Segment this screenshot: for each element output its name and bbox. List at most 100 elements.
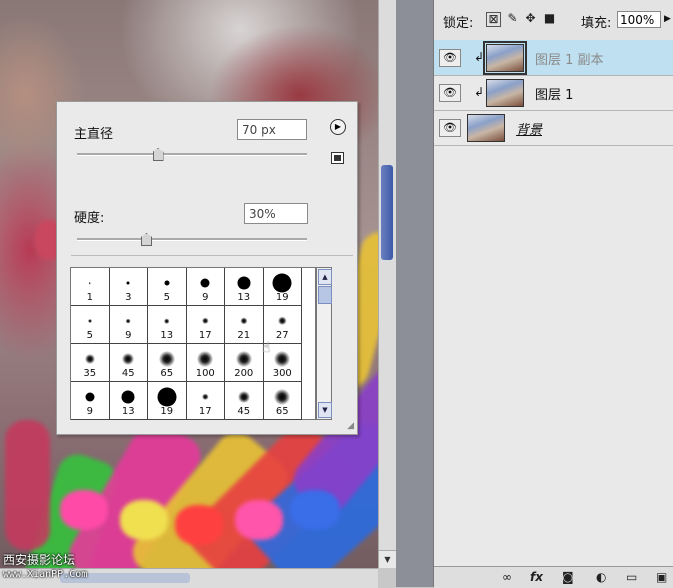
brush-tip-preview — [200, 278, 210, 288]
fill-input[interactable]: 100% — [617, 11, 661, 28]
brush-size-label: 65 — [275, 406, 289, 417]
brush-tip-preview — [278, 316, 287, 326]
umbrella-scallop — [290, 490, 340, 530]
brush-preset-grid: 1 3 5 9 13 19 5 9 13 17 21 27 35 45 65 100 200 300 9 13 19 17… — [70, 267, 316, 420]
scroll-down-arrow-icon[interactable]: ▼ — [318, 402, 332, 418]
brush-preset[interactable]: 1 — [71, 268, 110, 306]
brush-preset[interactable]: 45 — [109, 344, 148, 382]
lock-move-icon[interactable]: ✥ — [524, 12, 537, 25]
layer-row-layer-1-copy[interactable]: 👁 ↲ 图层 1 副本 — [434, 40, 673, 76]
lock-brush-icon[interactable]: ✎ — [506, 12, 519, 25]
preset-grid-scrollbar[interactable]: ▲ ▼ — [316, 267, 332, 420]
fx-icon[interactable]: fx — [530, 570, 543, 584]
slider-handle[interactable] — [152, 148, 164, 161]
brush-preset[interactable]: 13 — [109, 382, 148, 420]
canvas-vertical-scrollbar[interactable]: ▼ — [378, 0, 396, 568]
group-icon[interactable]: ▭ — [626, 570, 637, 584]
brush-preset[interactable]: 100 — [186, 344, 225, 382]
brush-preset[interactable]: 200 — [225, 344, 264, 382]
eye-icon[interactable]: 👁 — [439, 119, 461, 137]
hand-cursor-icon: ☝ — [262, 340, 271, 356]
brush-size-label: 45 — [237, 406, 251, 417]
brush-tip-preview — [163, 318, 170, 324]
brush-size-label: 9 — [86, 406, 93, 417]
new-preset-icon[interactable] — [331, 152, 344, 164]
slider-handle[interactable] — [141, 233, 152, 246]
eye-icon[interactable]: 👁 — [439, 84, 461, 102]
umbrella-scallop — [235, 500, 283, 540]
brush-size-label: 13 — [160, 330, 174, 341]
brush-preset[interactable]: 3 — [109, 268, 148, 306]
diameter-slider[interactable] — [77, 148, 307, 161]
brush-tip-preview — [85, 392, 95, 402]
brush-preset[interactable]: 17 — [186, 382, 225, 420]
scroll-up-arrow-icon[interactable]: ▲ — [318, 269, 332, 285]
brush-tip-preview — [240, 317, 248, 325]
brush-size-label: 100 — [195, 368, 215, 379]
umbrella-scallop — [60, 490, 108, 530]
lock-all-icon[interactable]: ■ — [543, 12, 556, 25]
scroll-thumb[interactable] — [318, 286, 332, 304]
clip-arrow-icon: ↲ — [474, 50, 485, 64]
brush-preset[interactable]: 9 — [71, 382, 110, 420]
brush-tip-preview — [237, 276, 251, 290]
hardness-slider[interactable] — [77, 233, 307, 246]
new-layer-icon[interactable]: ▣ — [656, 570, 667, 584]
resize-grip-icon[interactable]: ◢ — [347, 421, 354, 431]
layer-thumbnail[interactable] — [486, 79, 524, 107]
mask-icon[interactable]: ◙ — [562, 570, 574, 584]
brush-size-label: 5 — [163, 292, 170, 303]
fill-arrow-icon[interactable]: ▶ — [664, 11, 673, 28]
brush-size-label: 65 — [160, 368, 174, 379]
diameter-label: 主直径 — [74, 127, 114, 142]
layers-toolbar: ∞ fx ◙ ◐ ▭ ▣ — [434, 566, 673, 588]
brush-tip-preview — [125, 318, 131, 324]
brush-preset[interactable]: 27 — [263, 306, 302, 344]
hardness-input[interactable]: 30% — [244, 203, 308, 224]
layer-name[interactable]: 图层 1 — [535, 84, 573, 103]
brush-tip-preview — [126, 281, 130, 285]
brush-size-label: 3 — [125, 292, 132, 303]
scroll-thumb[interactable] — [381, 165, 393, 260]
brush-tip-preview — [235, 351, 252, 367]
brush-preset[interactable]: 19 — [263, 268, 302, 306]
brush-preset[interactable]: 45 — [225, 382, 264, 420]
layer-thumbnail[interactable] — [483, 41, 527, 75]
brush-preset[interactable]: 19 — [148, 382, 187, 420]
layer-row-background[interactable]: 👁 背景 — [434, 110, 673, 146]
scroll-down-arrow-icon[interactable]: ▼ — [379, 550, 396, 568]
brush-preset[interactable]: 9 — [186, 268, 225, 306]
lock-row: 锁定: ⊠ ✎ ✥ ■ 填充: 100% ▶ — [434, 0, 673, 41]
lock-label: 锁定: — [443, 16, 474, 31]
brush-tip-preview — [197, 351, 214, 367]
brush-preset[interactable]: 13 — [225, 268, 264, 306]
brush-preset[interactable]: 9 — [109, 306, 148, 344]
brush-tip-preview — [202, 393, 209, 401]
panel-menu-arrow-icon[interactable]: ▶ — [330, 119, 346, 135]
brush-preset[interactable]: 21 — [225, 306, 264, 344]
layer-name[interactable]: 图层 1 副本 — [535, 49, 604, 68]
brush-preset[interactable]: 35 — [71, 344, 110, 382]
brush-preset[interactable]: 65 — [263, 382, 302, 420]
brush-preset[interactable]: 65 — [148, 344, 187, 382]
layer-name[interactable]: 背景 — [516, 119, 542, 138]
layer-thumbnail[interactable] — [467, 114, 505, 142]
umbrella-scallop — [120, 500, 168, 540]
brush-preset[interactable]: 13 — [148, 306, 187, 344]
brush-size-label: 200 — [234, 368, 254, 379]
adjustment-icon[interactable]: ◐ — [596, 570, 606, 584]
brush-tip-preview — [122, 353, 135, 365]
lock-transparent-icon[interactable]: ⊠ — [486, 12, 501, 27]
brush-preset[interactable]: 5 — [148, 268, 187, 306]
diameter-input[interactable]: 70 px — [237, 119, 307, 140]
brush-size-label: 9 — [202, 292, 209, 303]
brush-size-label: 13 — [237, 292, 251, 303]
brush-size-label: 45 — [121, 368, 135, 379]
link-icon[interactable]: ∞ — [502, 570, 512, 584]
eye-icon[interactable]: 👁 — [439, 49, 461, 67]
brush-preset[interactable]: 5 — [71, 306, 110, 344]
brush-size-label: 17 — [198, 406, 212, 417]
layer-row-layer-1[interactable]: 👁 ↲ 图层 1 — [434, 75, 673, 111]
hardness-label: 硬度: — [74, 211, 105, 226]
brush-preset[interactable]: 17 — [186, 306, 225, 344]
